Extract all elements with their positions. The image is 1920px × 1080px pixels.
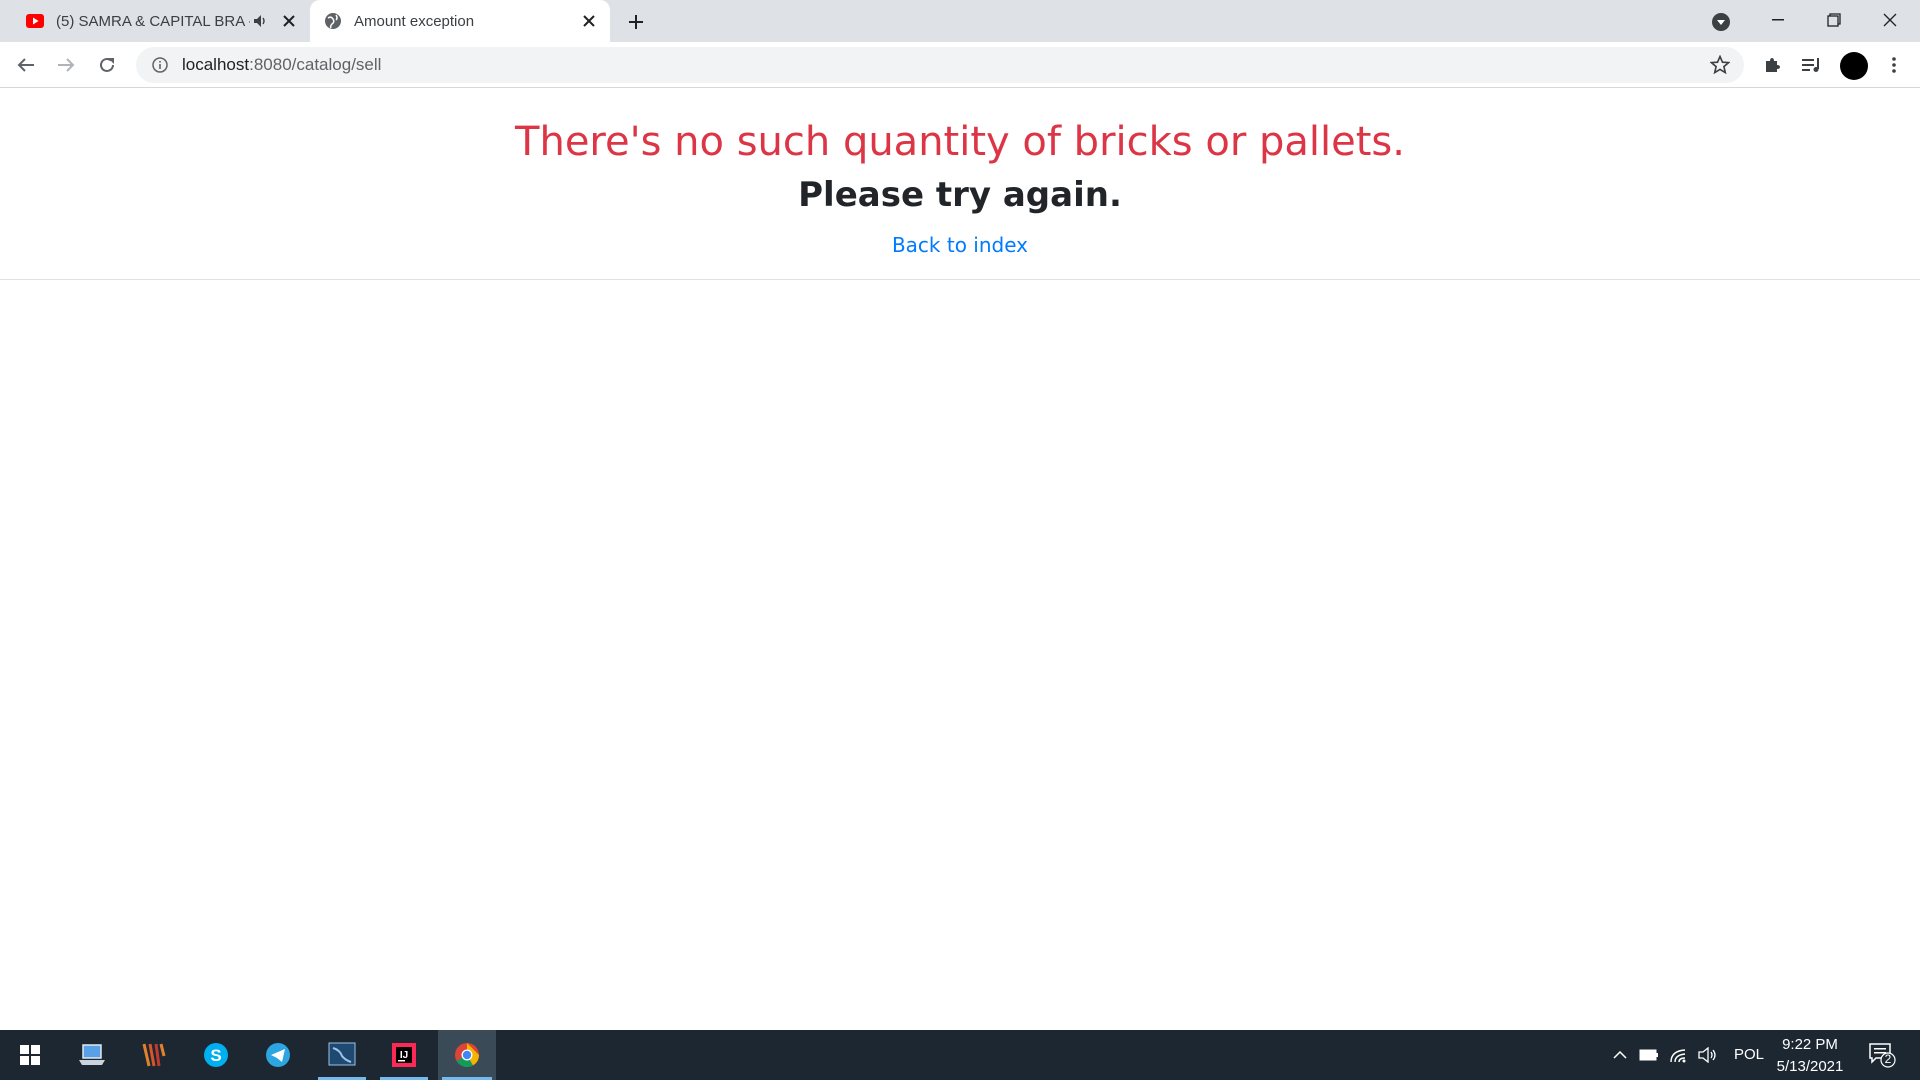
database-workbench-icon xyxy=(328,1042,356,1066)
forward-button[interactable] xyxy=(50,49,82,81)
laptop-icon xyxy=(79,1044,105,1065)
taskbar-app-chrome[interactable] xyxy=(438,1030,496,1080)
taskbar-app-mysql-workbench[interactable] xyxy=(314,1030,370,1080)
plus-icon xyxy=(629,15,643,29)
bookmark-star-icon[interactable] xyxy=(1708,53,1732,77)
telegram-icon xyxy=(266,1043,290,1067)
url-text: localhost:8080/catalog/sell xyxy=(182,55,381,75)
windows-logo-icon xyxy=(20,1045,40,1065)
clock-date: 5/13/2021 xyxy=(1776,1058,1844,1075)
minimize-button[interactable] xyxy=(1750,0,1806,40)
close-tab-icon[interactable] xyxy=(278,10,300,32)
svg-text:S: S xyxy=(210,1046,221,1065)
menu-button[interactable] xyxy=(1878,49,1910,81)
start-button[interactable] xyxy=(2,1030,58,1080)
restore-button[interactable] xyxy=(1806,0,1862,40)
youtube-icon xyxy=(26,12,44,30)
puzzle-icon xyxy=(1766,58,1780,72)
tab-strip: (5) SAMRA & CAPITAL BRA - Amount excepti… xyxy=(0,0,1920,42)
profile-avatar[interactable] xyxy=(1840,52,1868,80)
svg-text:IJ: IJ xyxy=(400,1050,408,1061)
error-title: There's no such quantity of bricks or pa… xyxy=(515,119,1405,165)
back-to-index-link[interactable]: Back to index xyxy=(860,233,1060,257)
intellij-icon: IJ xyxy=(392,1043,416,1067)
more-vert-icon xyxy=(1892,57,1896,73)
url-path: :8080/catalog/sell xyxy=(249,55,382,74)
media-queue-icon xyxy=(1802,58,1819,72)
action-center-button[interactable]: 2 xyxy=(1868,1042,1896,1068)
chrome-icon xyxy=(455,1043,479,1068)
close-icon xyxy=(1883,13,1897,27)
media-control-button[interactable] xyxy=(1796,49,1828,81)
url-host: localhost xyxy=(182,55,250,74)
error-subtitle: Please try again. xyxy=(798,175,1122,215)
windows-taskbar: S IJ POL 9:22 PM 5/13/2021 2 xyxy=(0,1030,1920,1080)
notification-count: 2 xyxy=(1884,1052,1892,1066)
taskbar-app-skype[interactable]: S xyxy=(188,1030,244,1080)
minimize-icon xyxy=(1772,19,1784,21)
globe-icon xyxy=(324,12,342,30)
extensions-button[interactable] xyxy=(1756,49,1788,81)
error-container: There's no such quantity of bricks or pa… xyxy=(0,89,1920,280)
audio-playing-icon[interactable] xyxy=(250,10,272,32)
wifi-icon[interactable] xyxy=(1668,1044,1690,1066)
battery-icon[interactable] xyxy=(1638,1044,1660,1066)
taskbar-app-desktop[interactable] xyxy=(64,1030,120,1080)
taskbar-app-intellij[interactable]: IJ xyxy=(376,1030,432,1080)
new-tab-button[interactable] xyxy=(622,8,650,36)
tab-title: (5) SAMRA & CAPITAL BRA - xyxy=(56,12,250,30)
chevron-down-icon xyxy=(1712,13,1730,31)
taskbar-clock[interactable]: 9:22 PM 5/13/2021 xyxy=(1770,1034,1850,1078)
reload-button[interactable] xyxy=(91,49,123,81)
arrow-right-icon xyxy=(58,58,75,72)
skype-icon: S xyxy=(204,1043,228,1067)
address-bar[interactable]: localhost:8080/catalog/sell xyxy=(136,47,1744,83)
close-tab-icon[interactable] xyxy=(578,10,600,32)
tab-search-button[interactable] xyxy=(1707,8,1735,36)
show-hidden-icons-chevron-up-icon[interactable] xyxy=(1609,1044,1631,1066)
reload-icon xyxy=(100,57,114,72)
volume-icon[interactable] xyxy=(1697,1044,1719,1066)
stripes-app-icon xyxy=(142,1043,166,1067)
close-window-button[interactable] xyxy=(1862,0,1918,40)
tab-title: Amount exception xyxy=(354,12,475,30)
taskbar-app-winrar[interactable] xyxy=(126,1030,182,1080)
tab-amount-exception[interactable]: Amount exception xyxy=(310,0,610,42)
tab-youtube[interactable]: (5) SAMRA & CAPITAL BRA - xyxy=(12,0,306,42)
page-content: There's no such quantity of bricks or pa… xyxy=(0,89,1920,1030)
back-button[interactable] xyxy=(10,49,42,81)
restore-icon xyxy=(1827,13,1841,27)
input-language-indicator[interactable]: POL xyxy=(1734,1046,1764,1063)
browser-window: (5) SAMRA & CAPITAL BRA - Amount excepti… xyxy=(0,0,1920,1030)
browser-toolbar: localhost:8080/catalog/sell xyxy=(0,42,1920,88)
clock-time: 9:22 PM xyxy=(1782,1036,1838,1053)
taskbar-app-telegram[interactable] xyxy=(250,1030,306,1080)
info-icon[interactable] xyxy=(142,47,178,83)
arrow-left-icon xyxy=(17,58,34,72)
